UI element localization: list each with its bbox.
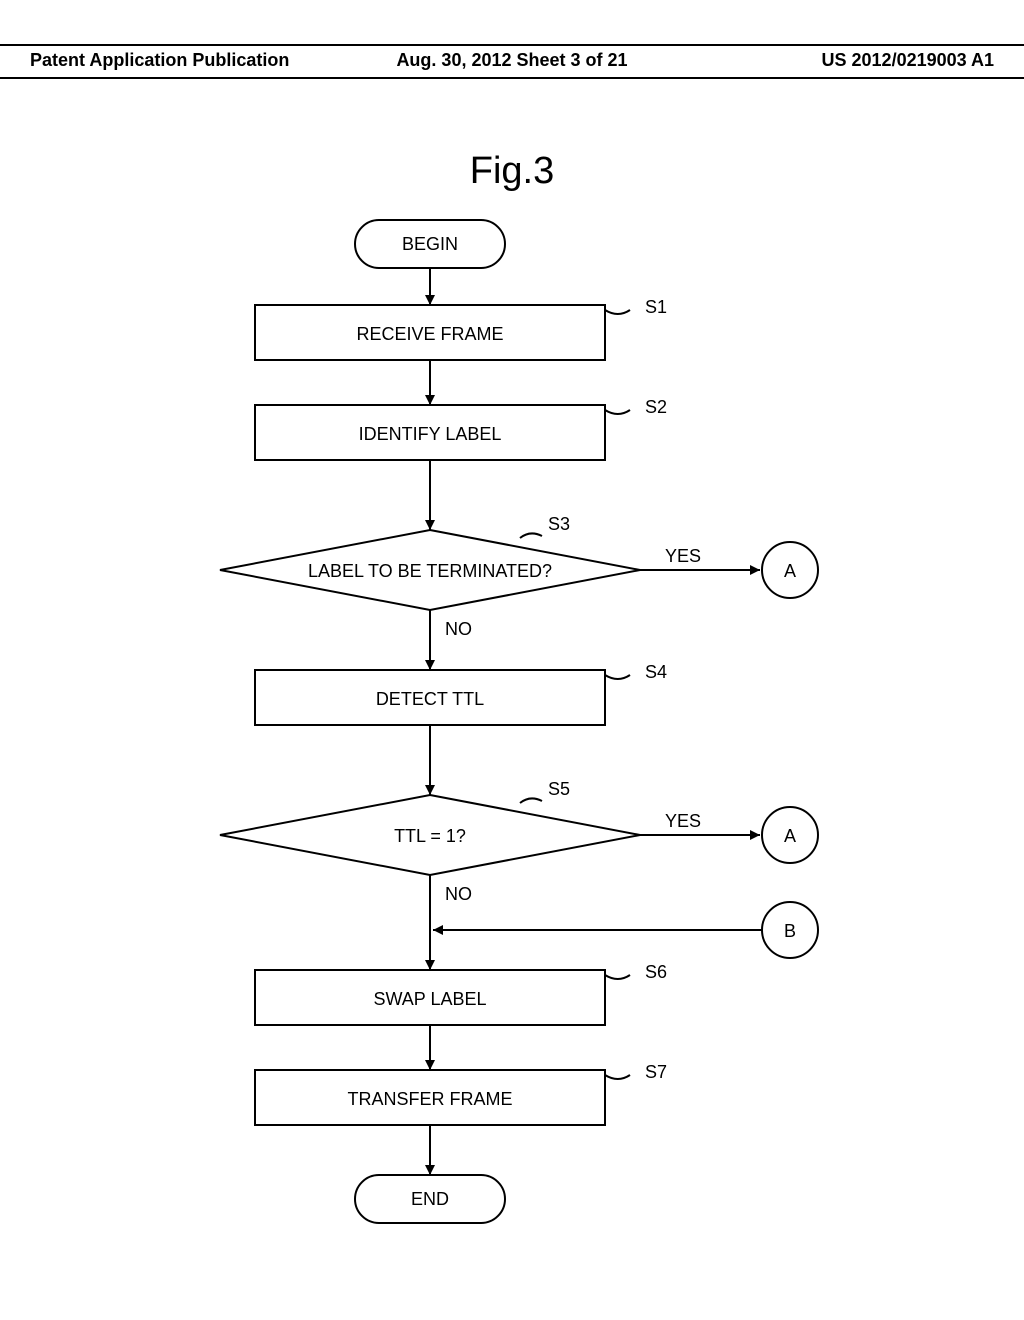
svg-text:A: A <box>784 561 796 581</box>
svg-text:DETECT TTL: DETECT TTL <box>376 689 484 709</box>
edge-label-s5-no: NO <box>445 884 472 904</box>
step-label-s3: S3 <box>548 514 570 534</box>
svg-text:TTL = 1?: TTL = 1? <box>394 826 466 846</box>
edge-label-s5-yes: YES <box>665 811 701 831</box>
step-label-s4: S4 <box>645 662 667 682</box>
connector-a-1: A <box>762 542 818 598</box>
node-end: END <box>355 1175 505 1223</box>
connector-a-2: A <box>762 807 818 863</box>
figure-title: Fig.3 <box>0 150 1024 193</box>
node-begin: BEGIN <box>355 220 505 268</box>
node-s2: IDENTIFY LABEL <box>255 405 605 460</box>
node-s3: LABEL TO BE TERMINATED? <box>220 530 640 610</box>
leader-s3 <box>520 533 542 538</box>
connector-b: B <box>762 902 818 958</box>
header-right: US 2012/0219003 A1 <box>673 50 994 71</box>
leader-s6 <box>605 975 630 979</box>
svg-text:RECEIVE FRAME: RECEIVE FRAME <box>356 324 503 344</box>
svg-text:BEGIN: BEGIN <box>402 234 458 254</box>
step-label-s1: S1 <box>645 297 667 317</box>
step-label-s2: S2 <box>645 397 667 417</box>
header-mid: Aug. 30, 2012 Sheet 3 of 21 <box>351 50 672 71</box>
leader-s1 <box>605 310 630 314</box>
svg-text:LABEL TO BE TERMINATED?: LABEL TO BE TERMINATED? <box>308 561 552 581</box>
svg-text:TRANSFER FRAME: TRANSFER FRAME <box>347 1089 512 1109</box>
svg-text:SWAP LABEL: SWAP LABEL <box>373 989 486 1009</box>
svg-text:A: A <box>784 826 796 846</box>
svg-text:END: END <box>411 1189 449 1209</box>
svg-text:IDENTIFY LABEL: IDENTIFY LABEL <box>359 424 502 444</box>
leader-s5 <box>520 798 542 803</box>
node-s1: RECEIVE FRAME <box>255 305 605 360</box>
leader-s2 <box>605 410 630 414</box>
svg-text:B: B <box>784 921 796 941</box>
node-s7: TRANSFER FRAME <box>255 1070 605 1125</box>
node-s5: TTL = 1? <box>220 795 640 875</box>
node-s6: SWAP LABEL <box>255 970 605 1025</box>
leader-s7 <box>605 1075 630 1079</box>
step-label-s5: S5 <box>548 779 570 799</box>
header: Patent Application Publication Aug. 30, … <box>0 44 1024 79</box>
edge-label-s3-no: NO <box>445 619 472 639</box>
step-label-s6: S6 <box>645 962 667 982</box>
edge-label-s3-yes: YES <box>665 546 701 566</box>
node-s4: DETECT TTL <box>255 670 605 725</box>
flowchart: BEGIN RECEIVE FRAME S1 IDENTIFY LABEL S2… <box>0 210 1024 1290</box>
leader-s4 <box>605 675 630 679</box>
header-left: Patent Application Publication <box>30 50 351 71</box>
step-label-s7: S7 <box>645 1062 667 1082</box>
